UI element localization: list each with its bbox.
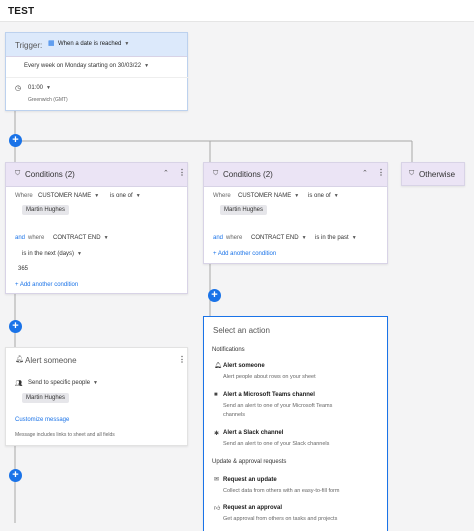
where-label: Where <box>213 193 231 199</box>
action-desc: Alert people about rows on your sheet <box>223 374 316 380</box>
action-title: Alert someone <box>223 363 265 369</box>
update-request-icon: ✉ <box>214 477 220 483</box>
alert-note: Message includes links to sheet and all … <box>15 432 115 438</box>
chevron-up-icon[interactable]: ⌃ <box>163 169 169 177</box>
action-title: Request an update <box>223 477 277 483</box>
more-options-icon[interactable]: ⋮ <box>178 355 186 364</box>
action-desc: channels <box>223 412 246 418</box>
add-condition-link[interactable]: + Add another condition <box>213 251 276 257</box>
field-select[interactable]: CUSTOMER NAME ▼ <box>238 193 299 199</box>
action-desc: Send an alert to one of your Slack chann… <box>223 441 330 447</box>
conditions-card-middle[interactable]: ⛉ Conditions (2) ⌃ ⋮ Where CUSTOMER NAME… <box>203 162 388 264</box>
person-chip[interactable]: Martin Hughes <box>22 393 70 403</box>
field-select[interactable]: CUSTOMER NAME ▼ <box>38 193 99 199</box>
people-icon: 👥︎ <box>15 381 23 387</box>
action-desc: Collect data from others with an easy-to… <box>223 488 340 494</box>
add-condition-link[interactable]: + Add another condition <box>15 282 78 288</box>
filter-icon: ⛉ <box>15 170 21 177</box>
bell-icon: 🔔︎ <box>214 363 222 369</box>
field-select[interactable]: CONTRACT END ▼ <box>251 235 307 241</box>
time-select[interactable]: 01:00 ▼ <box>28 85 51 91</box>
otherwise-label: Otherwise <box>419 170 456 179</box>
timezone-text: Greenwich (GMT) <box>28 97 68 103</box>
operator-select[interactable]: is in the past ▼ <box>315 235 357 241</box>
action-title: Alert a Slack channel <box>223 430 284 436</box>
recipient-select[interactable]: Send to specific people ▼ <box>28 380 98 386</box>
teams-icon: ■ <box>214 392 218 398</box>
workflow-title: TEST <box>8 6 35 17</box>
conditions-header: ⛉ Conditions (2) ⌃ ⋮ <box>6 163 187 187</box>
value-chip[interactable]: Martin Hughes <box>220 205 268 215</box>
value-chip[interactable]: Martin Hughes <box>22 205 70 215</box>
divider <box>6 77 189 78</box>
chevron-up-icon[interactable]: ⌃ <box>362 169 368 177</box>
otherwise-card[interactable]: ⛉ Otherwise <box>401 162 465 186</box>
more-options-icon[interactable]: ⋮ <box>178 168 186 177</box>
workflow-canvas: Trigger: ▦ When a date is reached ▼ Every… <box>0 23 474 531</box>
customize-message-link[interactable]: Customize message <box>15 417 69 423</box>
add-step-button[interactable]: + <box>208 289 221 302</box>
trigger-header: Trigger: ▦ When a date is reached ▼ <box>6 33 187 57</box>
and-toggle[interactable]: and <box>15 235 25 241</box>
top-bar: TEST <box>0 0 474 22</box>
value-input[interactable]: 365 <box>18 266 28 272</box>
and-toggle[interactable]: and <box>213 235 223 241</box>
thumbs-up-icon: 👍︎ <box>214 506 221 512</box>
filter-icon: ⛉ <box>213 170 219 177</box>
conditions-header: ⛉ Conditions (2) ⌃ ⋮ <box>204 163 387 187</box>
section-updates: Update & approval requests <box>212 459 287 465</box>
trigger-card[interactable]: Trigger: ▦ When a date is reached ▼ Every… <box>5 32 189 111</box>
where-label: where <box>28 235 45 241</box>
section-notifications: Notifications <box>212 347 245 353</box>
action-desc: Send an alert to one of your Microsoft T… <box>223 403 333 409</box>
trigger-type-select[interactable]: When a date is reached ▼ <box>58 41 129 47</box>
alert-title: Alert someone <box>25 356 77 365</box>
schedule-select[interactable]: Every week on Monday starting on 30/03/2… <box>24 63 149 69</box>
conditions-card-left[interactable]: ⛉ Conditions (2) ⌃ ⋮ Where CUSTOMER NAME… <box>5 162 188 294</box>
add-step-button[interactable]: + <box>9 320 22 333</box>
add-step-button[interactable]: + <box>9 134 22 147</box>
calendar-icon: ▦ <box>48 40 55 47</box>
trigger-label: Trigger: <box>15 41 43 50</box>
action-title: Request an approval <box>223 505 283 511</box>
operator-select[interactable]: is one of ▼ <box>110 193 141 199</box>
conditions-title: Conditions (2) <box>223 170 273 179</box>
action-title: Alert a Microsoft Teams channel <box>223 392 315 398</box>
alert-card[interactable]: 🔔︎ Alert someone ⋮ 👥︎ Send to specific p… <box>5 347 188 446</box>
clock-icon: ◷ <box>15 85 22 92</box>
action-desc: Get approval from others on tasks and pr… <box>223 516 338 522</box>
action-panel: Select an action Notifications 🔔︎ Alert … <box>203 316 388 531</box>
add-step-button[interactable]: + <box>9 469 22 482</box>
field-select[interactable]: CONTRACT END ▼ <box>53 235 109 241</box>
slack-icon: ✱ <box>214 431 220 437</box>
operator-select[interactable]: is one of ▼ <box>308 193 339 199</box>
bell-icon: 🔔︎ <box>15 356 24 363</box>
panel-title: Select an action <box>213 326 270 335</box>
operator-select[interactable]: is in the next (days) ▼ <box>22 251 82 257</box>
where-label: where <box>226 235 243 241</box>
conditions-title: Conditions (2) <box>25 170 75 179</box>
more-options-icon[interactable]: ⋮ <box>377 168 385 177</box>
where-label: Where <box>15 193 33 199</box>
filter-icon: ⛉ <box>409 170 415 177</box>
